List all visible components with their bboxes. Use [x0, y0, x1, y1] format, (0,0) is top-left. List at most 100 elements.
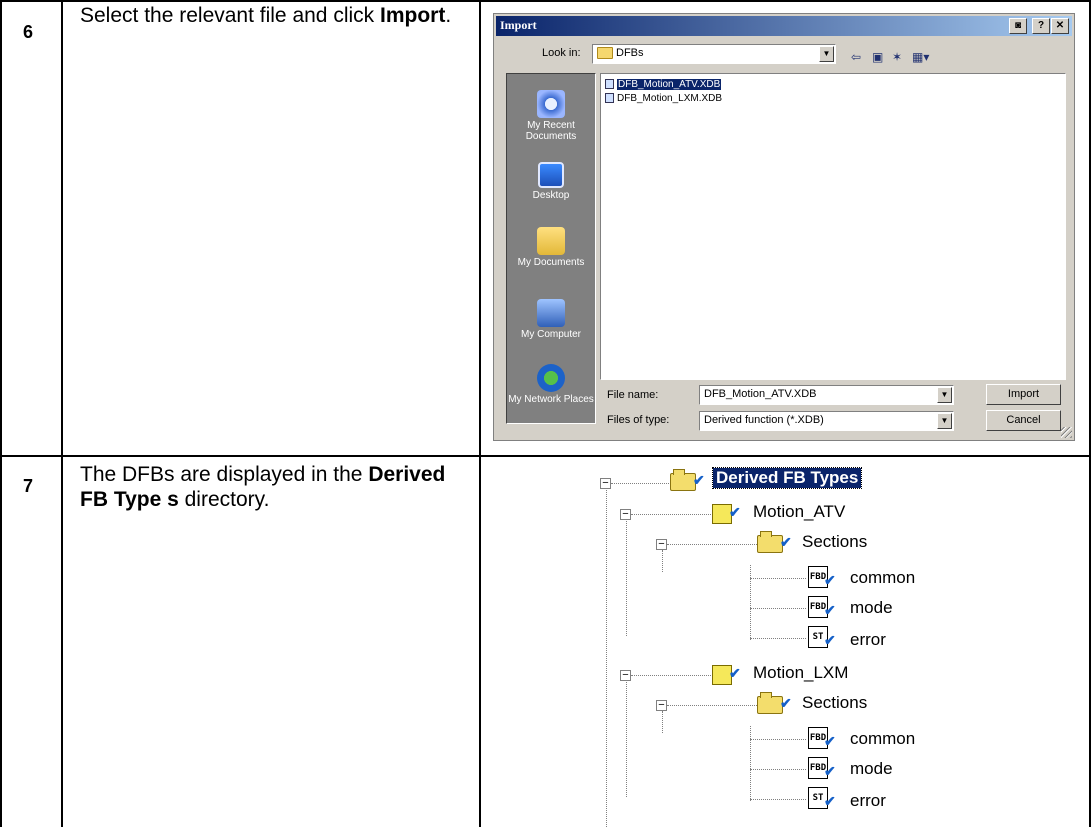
table-row-divider — [0, 455, 1091, 457]
tree-item-label[interactable]: common — [850, 568, 915, 588]
tree-item-label[interactable]: Motion_LXM — [753, 663, 848, 683]
tree-item-label[interactable]: Sections — [802, 532, 867, 552]
my-documents-icon — [537, 227, 565, 255]
list-item[interactable]: DFB_Motion_LXM.XDB — [605, 92, 722, 105]
look-in-value: DFBs — [616, 47, 644, 59]
collapse-toggle[interactable]: − — [656, 700, 667, 711]
cancel-button[interactable]: Cancel — [986, 410, 1061, 431]
places-bar: My Recent Documents Desktop My Documents… — [506, 73, 596, 424]
project-browser-tree: − ✔ Derived FB Types − ✔ Motion_ATV − ✔ … — [580, 460, 1000, 827]
tree-guide — [750, 638, 806, 639]
up-folder-icon[interactable]: ▣ — [872, 50, 883, 64]
derived-check-icon: ✔ — [824, 602, 836, 618]
chevron-down-icon[interactable]: ▼ — [937, 413, 952, 429]
dialog-title: Import — [500, 18, 537, 32]
table-border-top — [0, 0, 1091, 2]
tree-guide — [631, 514, 711, 515]
collapse-toggle[interactable]: − — [600, 478, 611, 489]
table-col-divider-1 — [61, 0, 63, 827]
collapse-toggle[interactable]: − — [620, 509, 631, 520]
tree-guide — [611, 483, 671, 484]
tree-item-label[interactable]: error — [850, 791, 886, 811]
tree-guide — [750, 799, 806, 800]
file-name-input[interactable]: DFB_Motion_ATV.XDB ▼ — [699, 385, 954, 405]
collapse-toggle[interactable]: − — [620, 670, 631, 681]
tree-guide — [667, 544, 757, 545]
place-my-computer[interactable]: My Computer — [507, 299, 595, 340]
close-button[interactable]: ✕ — [1051, 18, 1069, 34]
derived-check-icon: ✔ — [824, 632, 836, 648]
place-label: My Recent Documents — [525, 120, 577, 142]
tree-item-label[interactable]: common — [850, 729, 915, 749]
step-text-tail: . — [445, 4, 452, 27]
chevron-down-icon[interactable]: ▼ — [819, 46, 834, 62]
tree-guide — [606, 490, 607, 827]
tree-guide — [662, 711, 663, 733]
tree-guide — [750, 739, 806, 740]
look-in-dropdown[interactable]: DFBs ▼ — [592, 44, 836, 64]
derived-check-icon: ✔ — [729, 665, 741, 681]
derived-check-icon: ✔ — [824, 763, 836, 779]
dialog-title-bar[interactable]: Import ◙ ? ✕ — [496, 16, 1072, 36]
tree-guide — [750, 608, 806, 609]
tree-guide — [662, 550, 663, 572]
step-text-tail: directory. — [178, 488, 270, 511]
tree-guide — [626, 682, 627, 797]
place-my-documents[interactable]: My Documents — [507, 227, 595, 268]
tree-item-label[interactable]: Motion_ATV — [753, 502, 845, 522]
xdb-file-icon — [605, 79, 614, 90]
list-item[interactable]: DFB_Motion_ATV.XDB — [605, 78, 723, 91]
derived-check-icon: ✔ — [824, 733, 836, 749]
file-name: DFB_Motion_LXM.XDB — [617, 93, 723, 104]
tree-item-label[interactable]: Sections — [802, 693, 867, 713]
file-type-dropdown[interactable]: Derived function (*.XDB) ▼ — [699, 411, 954, 431]
import-button[interactable]: Import — [986, 384, 1061, 405]
place-desktop[interactable]: Desktop — [507, 162, 595, 201]
tree-item-label[interactable]: mode — [850, 598, 893, 618]
step-text-bold: Import — [380, 4, 446, 27]
file-name: DFB_Motion_ATV.XDB — [615, 78, 723, 91]
place-label: My Computer — [520, 329, 581, 340]
my-computer-icon — [537, 299, 565, 327]
chevron-down-icon[interactable]: ▼ — [937, 387, 952, 403]
xdb-file-icon — [605, 93, 614, 104]
tree-guide — [631, 675, 711, 676]
place-network[interactable]: My Network Places — [507, 364, 595, 405]
step-number-7: 7 — [23, 476, 34, 496]
derived-check-icon: ✔ — [780, 695, 792, 711]
file-name-value: DFB_Motion_ATV.XDB — [704, 388, 817, 400]
tree-item-label[interactable]: error — [850, 630, 886, 650]
file-name-label: File name: — [607, 389, 659, 401]
place-recent[interactable]: My Recent Documents — [507, 90, 595, 142]
tree-guide — [750, 769, 806, 770]
file-type-value: Derived function (*.XDB) — [704, 414, 824, 426]
step-number-6: 6 — [23, 22, 34, 42]
collapse-toggle[interactable]: − — [656, 539, 667, 550]
table-border-left — [0, 0, 2, 827]
window-menu-icon[interactable]: ◙ — [1009, 18, 1027, 34]
file-type-label: Files of type: — [607, 414, 670, 426]
derived-check-icon: ✔ — [824, 793, 836, 809]
place-label: Desktop — [532, 190, 570, 201]
step-description-7: The DFBs are displayed in the Derived FB… — [80, 462, 470, 512]
tree-guide — [626, 521, 627, 636]
import-dialog: Import ◙ ? ✕ Look in: DFBs ▼ ⇦ ▣ ✶ ▦▾ My… — [493, 13, 1075, 441]
desktop-icon — [538, 162, 564, 188]
tree-guide — [750, 565, 751, 640]
tree-guide — [667, 705, 757, 706]
recent-documents-icon — [537, 90, 565, 118]
step-text: Select the relevant file and click — [80, 4, 380, 27]
back-icon[interactable]: ⇦ — [851, 50, 861, 64]
place-label: My Documents — [517, 257, 585, 268]
derived-check-icon: ✔ — [780, 534, 792, 550]
tree-item-label[interactable]: mode — [850, 759, 893, 779]
tree-guide — [750, 726, 751, 801]
resize-grip-icon[interactable] — [1061, 427, 1072, 438]
folder-icon — [597, 47, 613, 60]
tree-root-label[interactable]: Derived FB Types — [711, 467, 863, 489]
derived-check-icon: ✔ — [824, 572, 836, 588]
help-button[interactable]: ? — [1032, 18, 1050, 34]
new-folder-icon[interactable]: ✶ — [892, 50, 902, 64]
view-menu-icon[interactable]: ▦▾ — [912, 50, 929, 64]
file-list[interactable]: DFB_Motion_ATV.XDB DFB_Motion_LXM.XDB — [600, 73, 1066, 380]
